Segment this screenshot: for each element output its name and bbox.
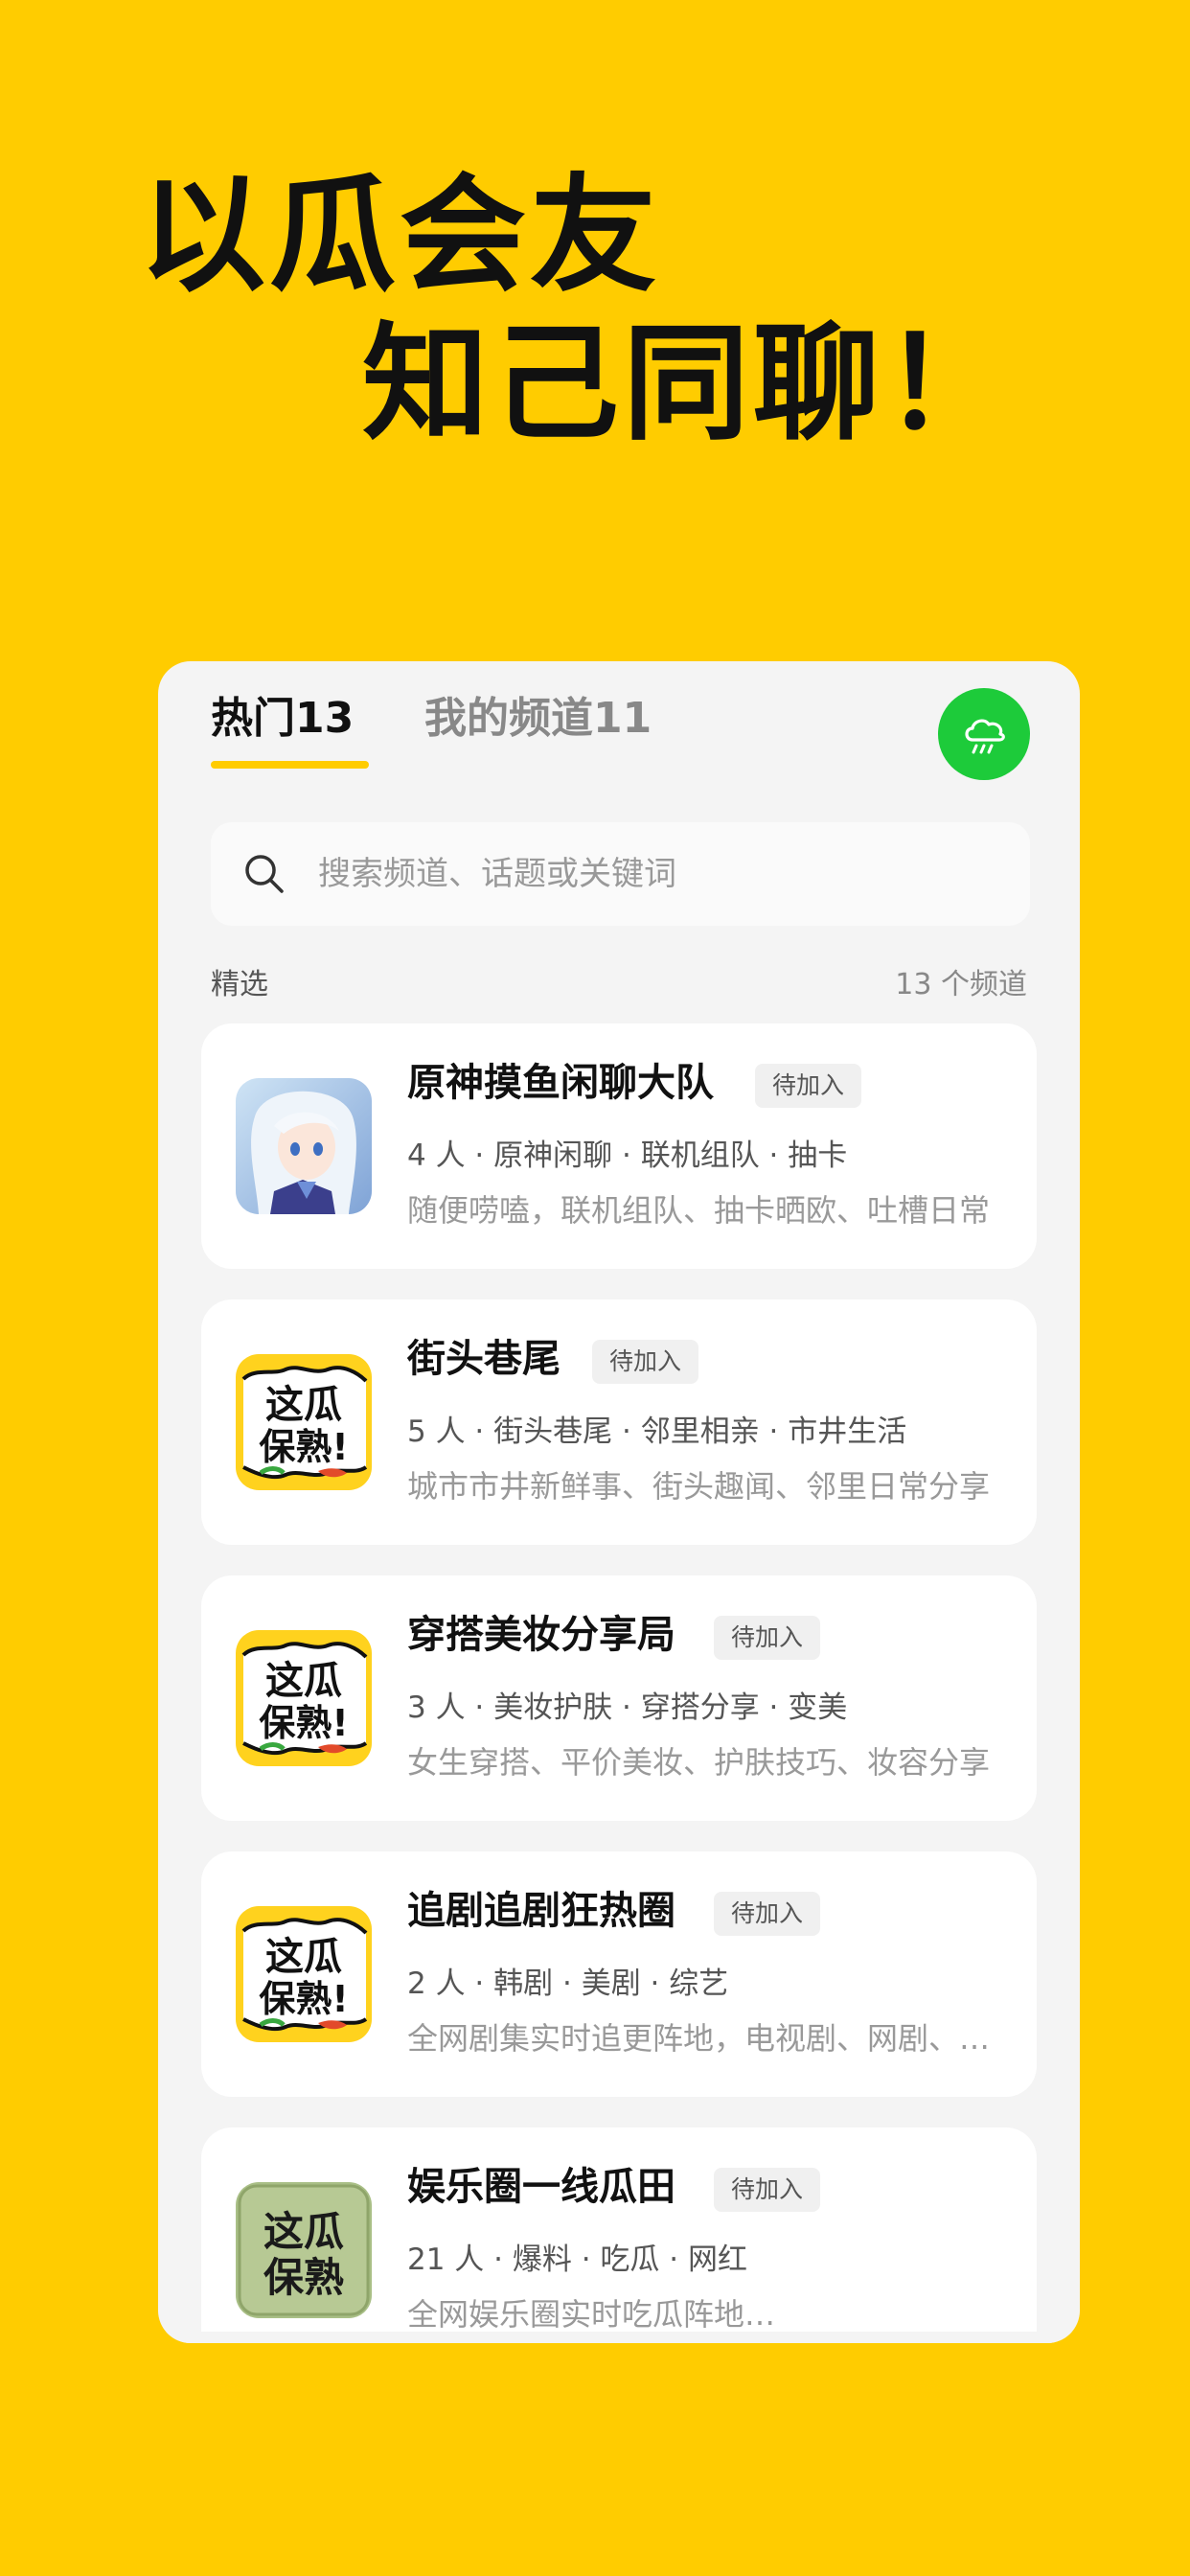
channel-avatar: 这瓜 保熟! [236,1354,372,1490]
join-status-badge[interactable]: 待加入 [714,2168,821,2212]
channel-card[interactable]: 这瓜 保熟! 街头巷尾 待加入 5 人 · 街头巷尾 · 邻里相亲 · 市井生活… [201,1300,1037,1545]
channel-card[interactable]: 这瓜 保熟! 追剧追剧狂热圈 待加入 2 人 · 韩剧 · 美剧 · 综艺 全网… [201,1852,1037,2097]
channel-tags: 3 人 · 美妆护肤 · 穿搭分享 · 变美 [407,1690,848,1725]
tab-my-channels[interactable]: 我的频道11 [424,698,652,740]
search-icon [245,855,284,893]
channel-avatar: 这瓜 保熟 [236,2182,372,2318]
logo-text-line-1: 这瓜 [263,2208,344,2255]
logo-text-line-2: 保熟 [263,2254,344,2301]
channel-description: 全网娱乐圈实时吃瓜阵地… [407,2296,776,2333]
channel-title: 街头巷尾 [407,1337,561,1381]
channel-description: 女生穿搭、平价美妆、护肤技巧、妆容分享 [407,1744,991,1781]
channel-card[interactable]: 这瓜 保熟! 穿搭美妆分享局 待加入 3 人 · 美妆护肤 · 穿搭分享 · 变… [201,1576,1037,1821]
hero-line-1: 以瓜会友 [139,162,660,310]
active-tab-indicator [211,761,369,769]
join-status-badge[interactable]: 待加入 [592,1340,699,1384]
channel-tags: 21 人 · 爆料 · 吃瓜 · 网红 [407,2242,747,2277]
channel-tags: 5 人 · 街头巷尾 · 邻里相亲 · 市井生活 [407,1414,907,1449]
channel-panel: 热门13 我的频道11 精选 13 个频道 [158,661,1080,2343]
logo-text-line-2: 保熟! [259,1702,348,1744]
channel-description: 城市市井新鲜事、街头趣闻、邻里日常分享 [407,1468,991,1505]
join-status-badge[interactable]: 待加入 [714,1892,821,1936]
channel-avatar [236,1078,372,1214]
weather-button[interactable] [938,688,1030,780]
channel-description: 全网剧集实时追更阵地，电视剧、网剧、综艺 [407,2020,992,2057]
join-status-badge[interactable]: 待加入 [755,1064,862,1108]
logo-text-line-1: 这瓜 [265,1659,342,1703]
channel-title: 原神摸鱼闲聊大队 [407,1061,714,1105]
search-bar[interactable] [211,822,1030,926]
channel-description: 随便唠嗑，联机组队、抽卡晒欧、吐槽日常 [407,1192,991,1229]
rain-cloud-icon [965,719,1005,754]
channel-avatar: 这瓜 保熟! [236,1906,372,2042]
channel-card[interactable]: 原神摸鱼闲聊大队 待加入 4 人 · 原神闲聊 · 联机组队 · 抽卡 随便唠嗑… [201,1024,1037,1269]
panel-bottom-edge [158,2332,1080,2343]
channel-count: 13 个频道 [895,968,1027,1001]
channel-title: 穿搭美妆分享局 [407,1613,675,1657]
logo-text-line-1: 这瓜 [265,1383,342,1427]
search-input[interactable] [318,822,989,926]
join-status-badge[interactable]: 待加入 [714,1616,821,1660]
logo-text-line-1: 这瓜 [265,1935,342,1979]
tab-hot[interactable]: 热门13 [211,698,354,740]
channel-title: 追剧追剧狂热圈 [407,1889,675,1933]
logo-text-line-2: 保熟! [259,1978,348,2020]
section-title: 精选 [211,968,268,1001]
channel-tags: 2 人 · 韩剧 · 美剧 · 综艺 [407,1966,729,2001]
channel-title: 娱乐圈一线瓜田 [407,2165,675,2209]
channel-avatar: 这瓜 保熟! [236,1630,372,1766]
logo-text-line-2: 保熟! [259,1426,348,1468]
channel-tags: 4 人 · 原神闲聊 · 联机组队 · 抽卡 [407,1138,848,1173]
hero-line-2: 知己同聊！ [362,310,1014,458]
channel-card[interactable]: 这瓜 保熟 娱乐圈一线瓜田 待加入 21 人 · 爆料 · 吃瓜 · 网红 全网… [201,2128,1037,2343]
